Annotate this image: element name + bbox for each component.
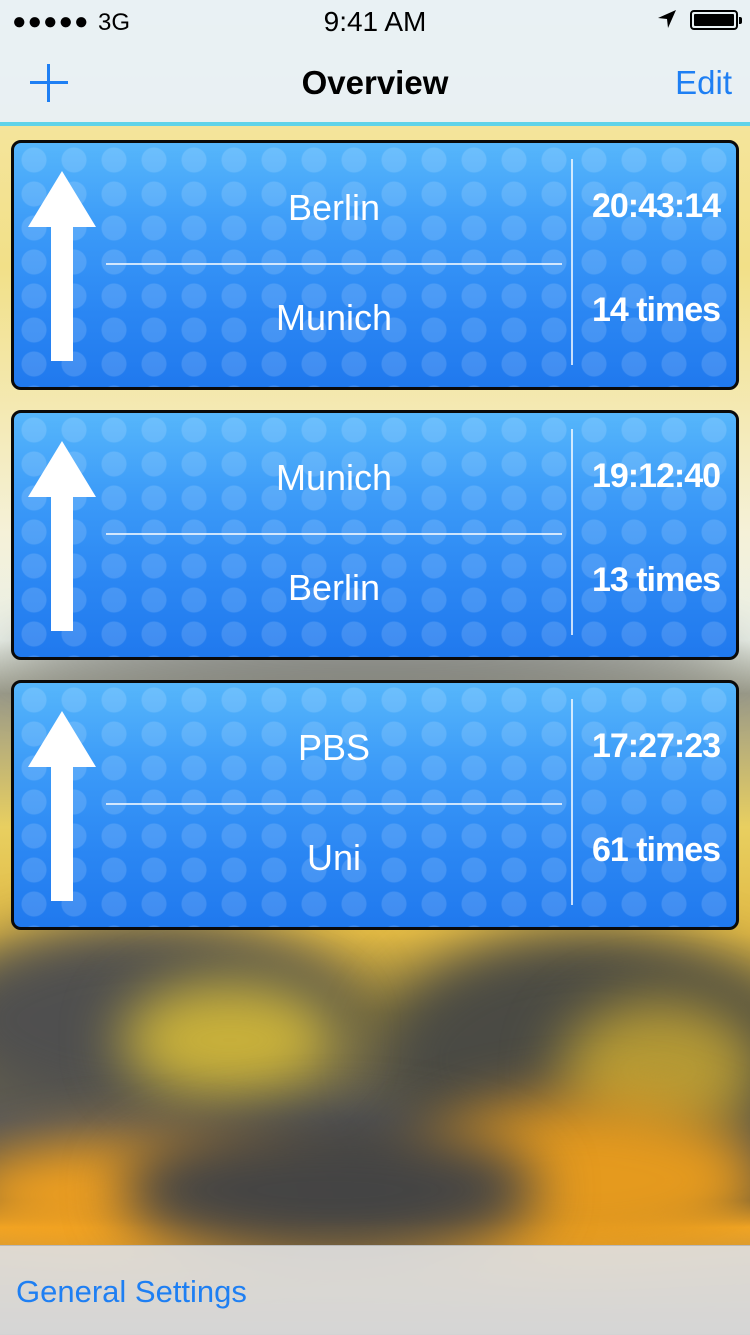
route-count: 13 times — [591, 561, 721, 599]
route-count: 61 times — [591, 831, 721, 869]
route-count: 14 times — [591, 291, 721, 329]
divider — [571, 159, 573, 365]
status-bar: ●●●●● 3G 9:41 AM — [0, 0, 750, 40]
general-settings-button[interactable]: General Settings — [16, 1274, 247, 1310]
route-card[interactable]: PBS Uni 17:27:23 61 times — [11, 680, 739, 930]
divider — [571, 429, 573, 635]
route-destination: Munich — [275, 297, 393, 338]
divider — [571, 699, 573, 905]
route-card[interactable]: Munich Berlin 19:12:40 13 times — [11, 410, 739, 660]
route-origin: PBS — [297, 727, 371, 768]
up-arrow-icon — [28, 711, 96, 901]
page-title: Overview — [301, 64, 449, 101]
route-origin: Berlin — [287, 187, 381, 228]
location-arrow-icon — [658, 10, 676, 28]
bottom-toolbar: General Settings — [0, 1245, 750, 1335]
route-card[interactable]: Berlin Munich 20:43:14 14 times — [11, 140, 739, 390]
up-arrow-icon — [28, 171, 96, 361]
route-time: 19:12:40 — [591, 457, 721, 495]
route-destination: Berlin — [287, 567, 381, 608]
route-origin: Munich — [275, 457, 393, 498]
battery-icon — [690, 10, 742, 30]
route-destination: Uni — [306, 837, 362, 878]
navigation-bar: ●●●●● 3G 9:41 AM Overview Edit — [0, 0, 750, 126]
route-time: 17:27:23 — [591, 727, 721, 765]
divider — [106, 803, 562, 805]
status-time: 9:41 AM — [323, 6, 427, 37]
up-arrow-icon — [28, 441, 96, 631]
divider — [106, 533, 562, 535]
divider — [106, 263, 562, 265]
route-time: 20:43:14 — [591, 187, 721, 225]
edit-button[interactable]: Edit — [675, 64, 732, 102]
